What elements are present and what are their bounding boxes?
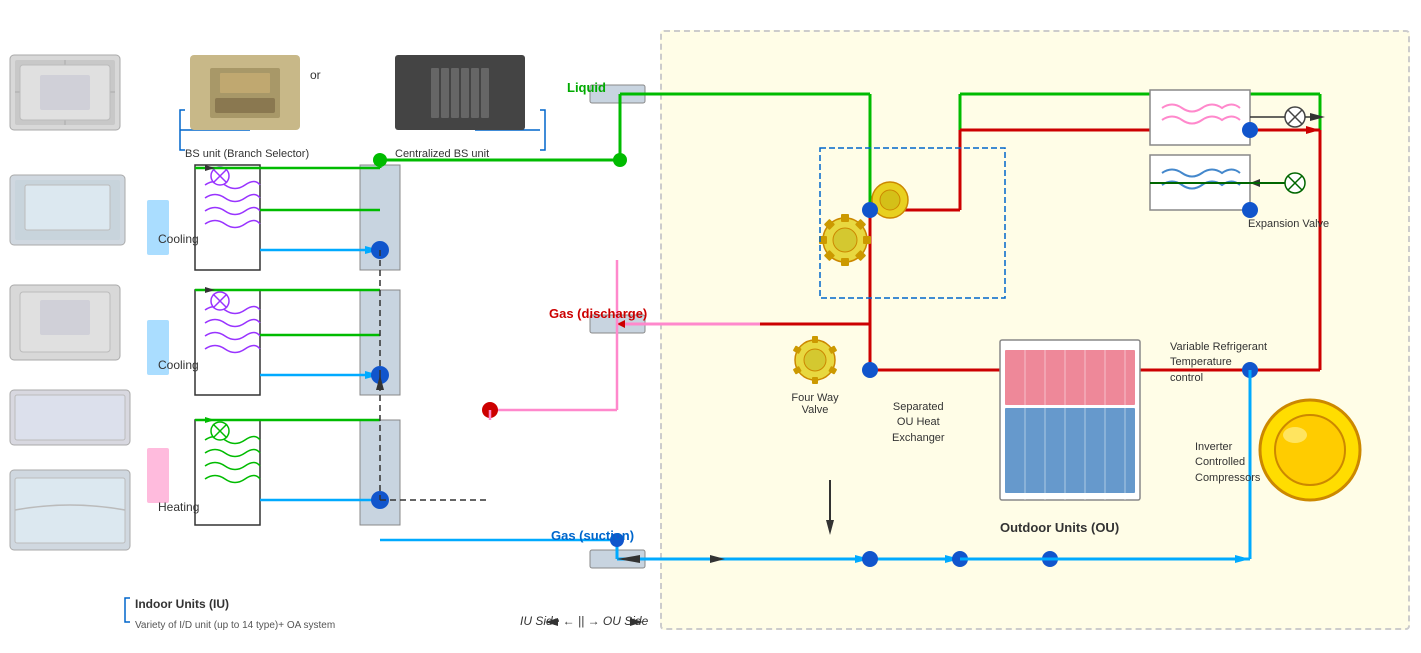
centralized-bs-image — [395, 55, 525, 130]
bs-unit-label: BS unit (Branch Selector) — [185, 148, 309, 160]
cooling-label-2: Cooling — [158, 358, 199, 372]
cooling-label-1: Cooling — [158, 232, 199, 246]
gas-suction-label: Gas (suction) — [551, 528, 634, 545]
bs-unit-image — [190, 55, 300, 130]
separated-ou-label: SeparatedOU HeatExchanger — [892, 400, 945, 446]
four-way-valve-label: Four Way Valve — [780, 392, 850, 416]
gas-discharge-label: Gas (discharge) — [549, 306, 647, 323]
or-label: or — [310, 68, 321, 82]
expansion-valve-label: Expansion Valve — [1248, 218, 1329, 230]
indoor-units-label: Indoor Units (IU) — [135, 597, 229, 611]
iu-ou-side-label: IU Side ← || → OU Side — [520, 614, 648, 628]
liquid-label: Liquid — [567, 80, 606, 95]
ou-area — [660, 30, 1410, 630]
inverter-label: InverterControlledCompressors — [1195, 440, 1260, 486]
heating-label: Heating — [158, 500, 199, 514]
centralized-bs-label: Centralized BS unit — [395, 148, 489, 160]
main-container: BS unit (Branch Selector) or Centralized… — [0, 0, 1421, 653]
variety-text: Variety of I/D unit (up to 14 type)+ OA … — [135, 620, 335, 631]
outdoor-units-label: Outdoor Units (OU) — [1000, 520, 1119, 535]
vrt-label: Variable RefrigerantTemperaturecontrol — [1170, 340, 1267, 386]
